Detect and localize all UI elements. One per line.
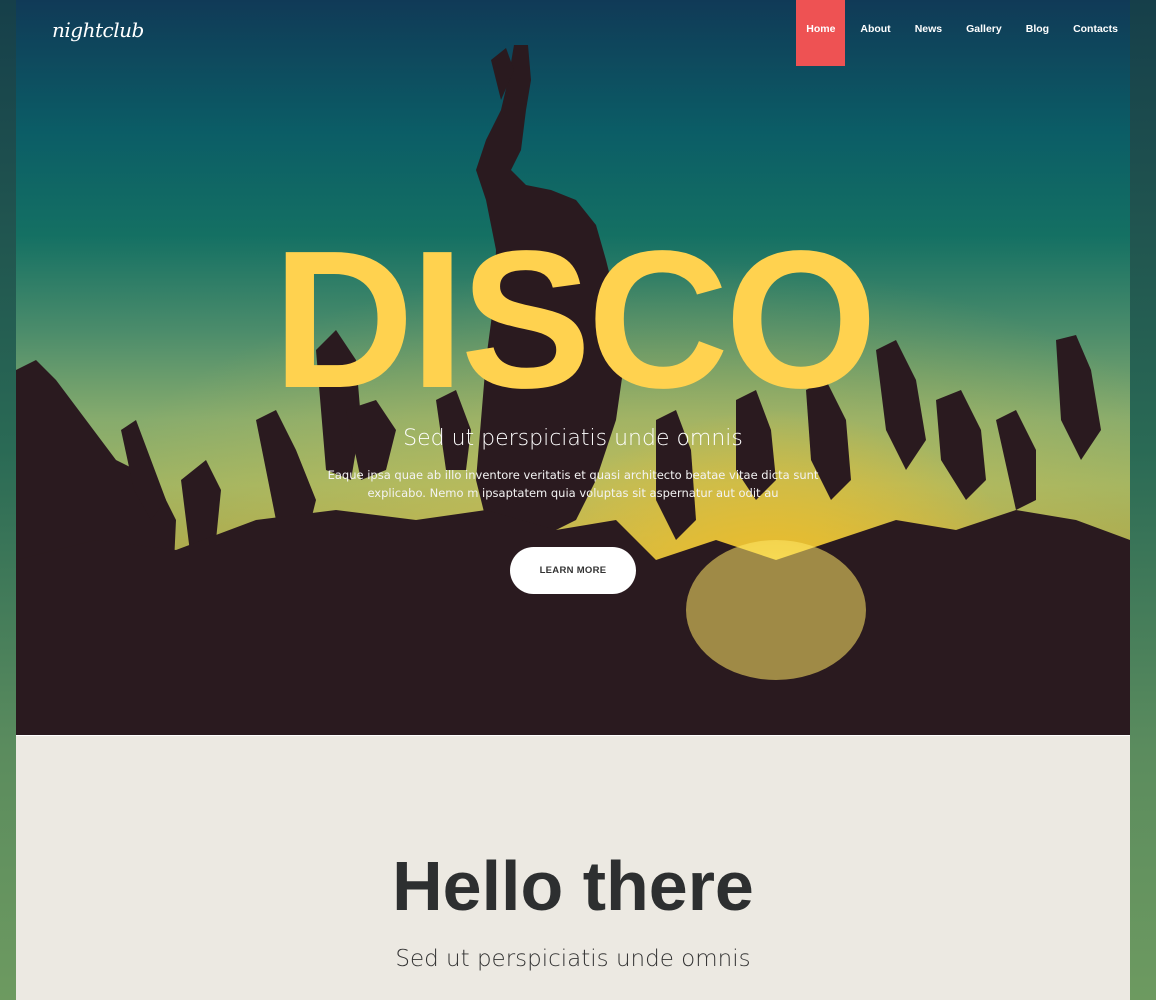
nav-item-news[interactable]: News xyxy=(903,0,954,58)
learn-more-button[interactable]: LEARN MORE xyxy=(510,547,636,594)
intro-section: Hello there Sed ut perspiciatis unde omn… xyxy=(16,735,1130,1000)
hero-description: Eaque ipsa quae ab illo inventore verita… xyxy=(327,468,819,500)
intro-subtitle: Sed ut perspiciatis unde omnis xyxy=(395,946,751,972)
page: nightclub Home About News Gallery Blog C… xyxy=(16,0,1130,1000)
nav-item-gallery[interactable]: Gallery xyxy=(954,0,1014,58)
nav-item-about[interactable]: About xyxy=(848,0,902,58)
hero-subtitle: Sed ut perspiciatis unde omnis xyxy=(403,426,743,451)
site-logo[interactable]: nightclub xyxy=(52,18,144,42)
nav-item-home[interactable]: Home xyxy=(796,0,846,66)
intro-title: Hello there xyxy=(392,847,754,925)
main-nav: Home About News Gallery Blog Contacts xyxy=(796,0,1130,66)
hero-section: nightclub Home About News Gallery Blog C… xyxy=(16,0,1130,735)
nav-item-blog[interactable]: Blog xyxy=(1014,0,1061,58)
nav-item-contacts[interactable]: Contacts xyxy=(1061,0,1130,58)
hero-title: DISCO xyxy=(272,210,878,429)
